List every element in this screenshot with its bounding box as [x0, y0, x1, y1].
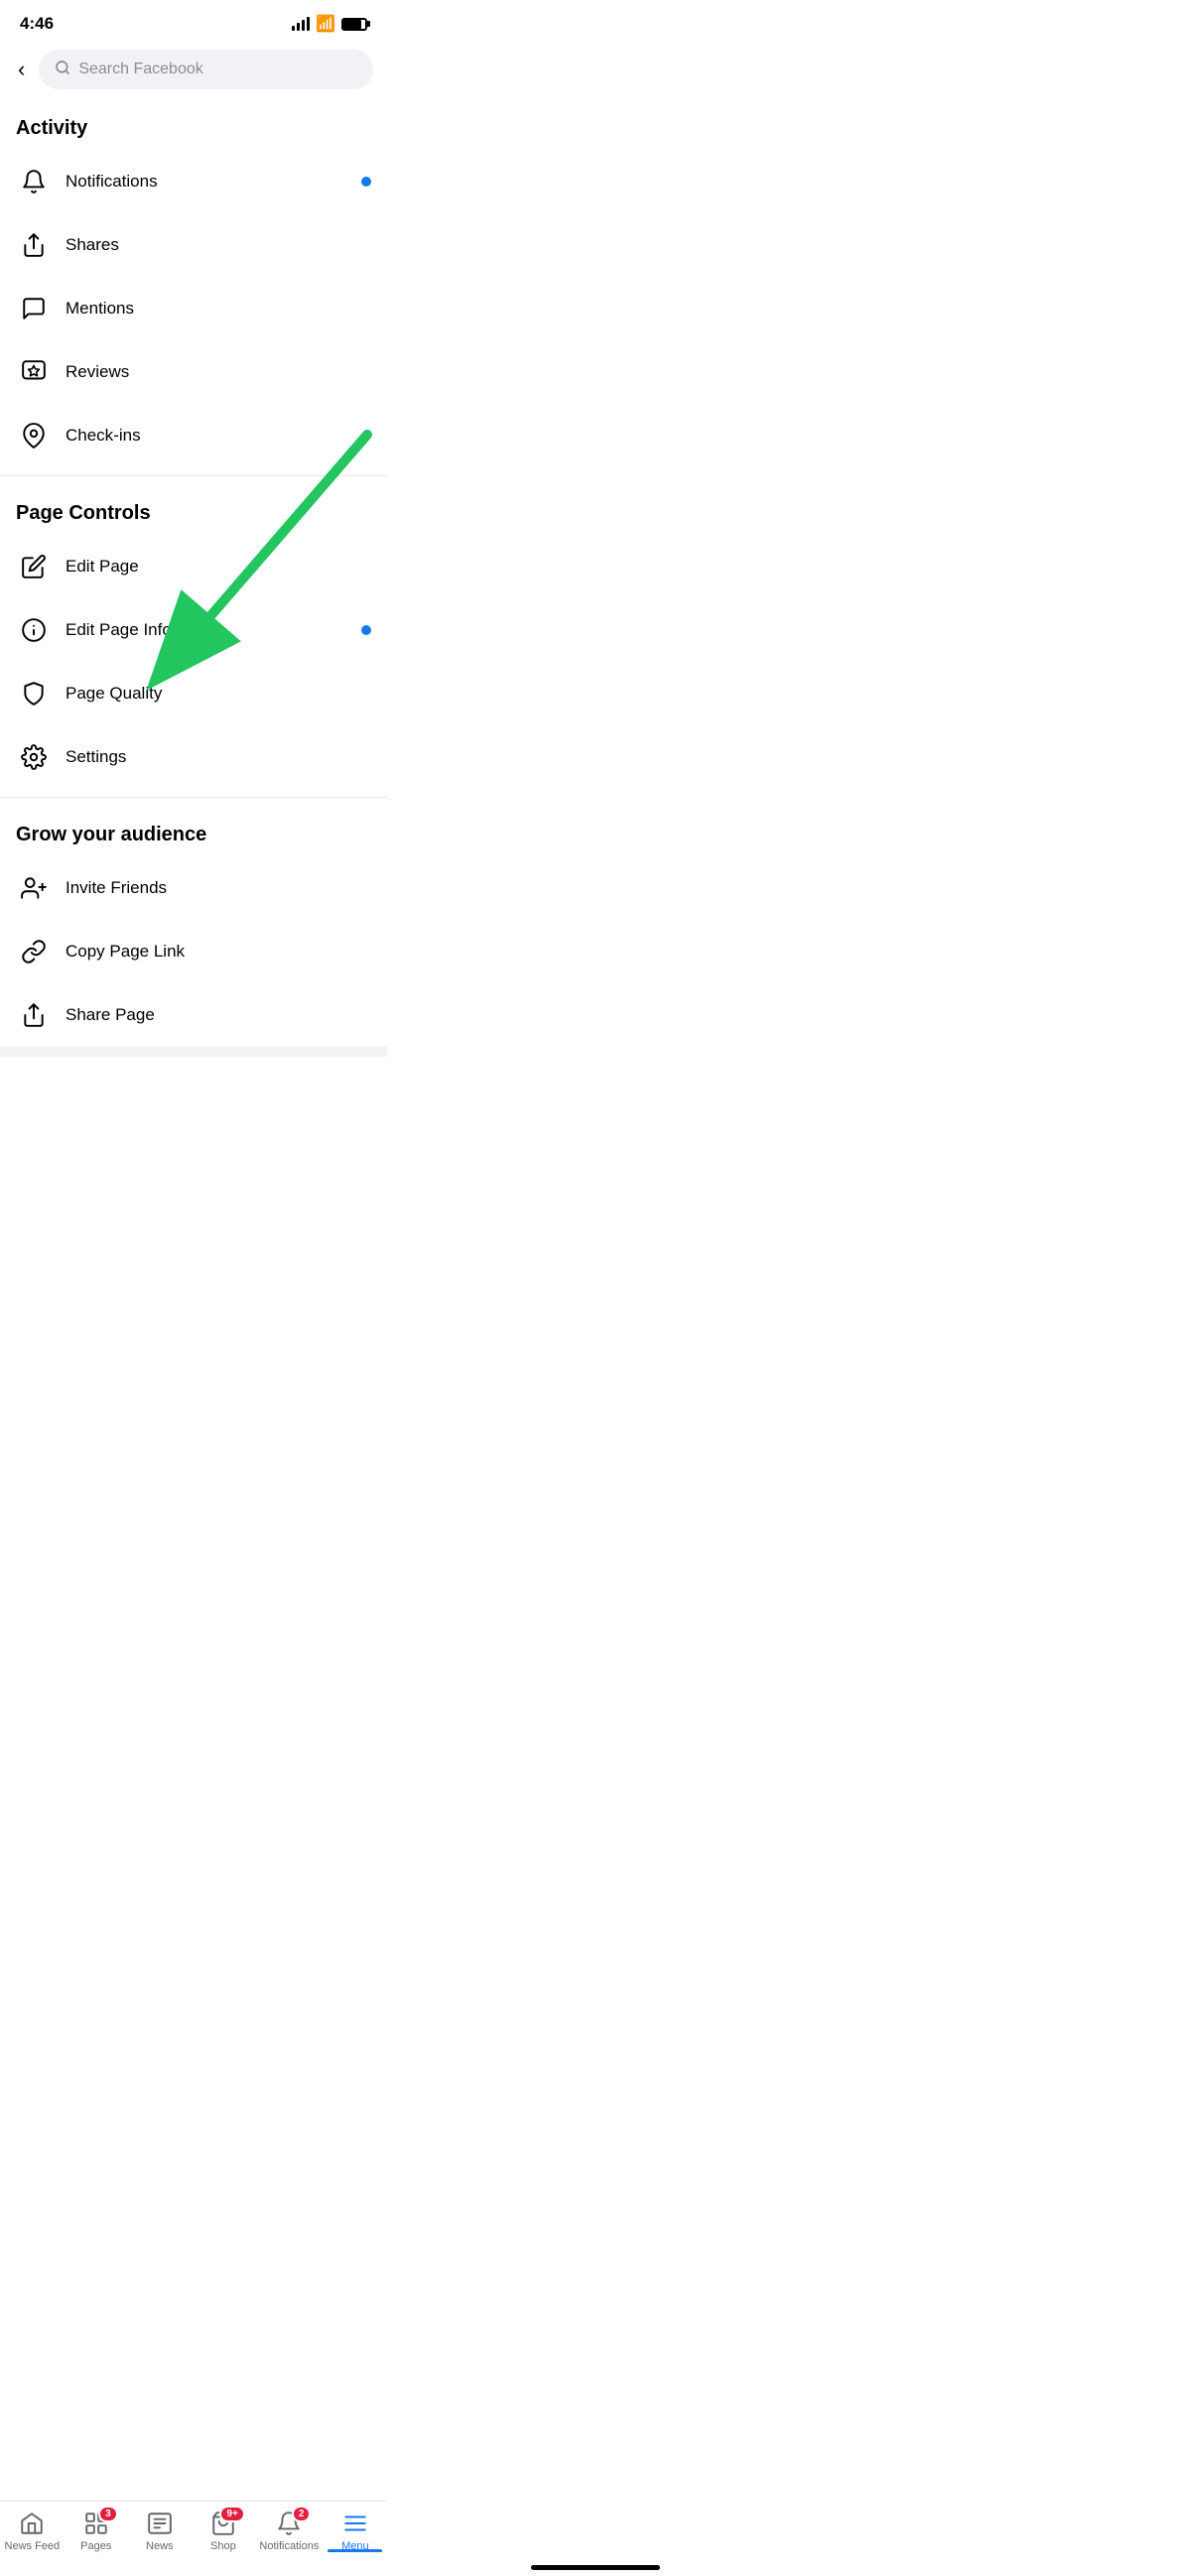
person-plus-icon [16, 870, 52, 906]
shop-badge: 9+ [219, 2506, 244, 2522]
share-page-label: Share Page [66, 1005, 371, 1025]
activity-header: Activity [0, 99, 387, 150]
menu-tab-icon [341, 2510, 369, 2537]
pages-tab-icon: 3 [82, 2510, 110, 2537]
edit-page-info-label: Edit Page Info [66, 620, 371, 640]
menu-item-notifications[interactable]: Notifications [0, 150, 387, 213]
notifications-dot [361, 177, 371, 187]
bell-tab-icon: 2 [275, 2510, 303, 2537]
page-controls-header: Page Controls [0, 484, 387, 535]
pencil-icon [16, 549, 52, 584]
divider-1 [0, 475, 387, 476]
tab-active-indicator [328, 2549, 382, 2552]
search-icon [55, 60, 70, 79]
shop-tab-icon: 9+ [209, 2510, 237, 2537]
mentions-label: Mentions [66, 299, 371, 319]
menu-item-edit-page[interactable]: Edit Page [0, 535, 387, 598]
edit-page-info-dot [361, 625, 371, 635]
page-controls-section: Page Controls Edit Page Edit Page Info P… [0, 484, 387, 789]
share-page-icon [16, 997, 52, 1033]
reviews-label: Reviews [66, 362, 371, 382]
notifications-tab-badge: 2 [292, 2506, 312, 2522]
menu-item-share-page[interactable]: Share Page [0, 983, 387, 1047]
notifications-tab-label: Notifications [259, 2540, 319, 2552]
star-bubble-icon [16, 354, 52, 390]
tab-notifications[interactable]: 2 Notifications [259, 2510, 319, 2552]
location-icon [16, 418, 52, 453]
pages-badge: 3 [98, 2506, 118, 2522]
menu-item-reviews[interactable]: Reviews [0, 340, 387, 404]
menu-item-invite-friends[interactable]: Invite Friends [0, 856, 387, 920]
shop-tab-label: Shop [210, 2540, 236, 2552]
menu-item-copy-page-link[interactable]: Copy Page Link [0, 920, 387, 983]
checkins-label: Check-ins [66, 426, 371, 446]
copy-page-link-label: Copy Page Link [66, 942, 371, 962]
menu-item-mentions[interactable]: Mentions [0, 277, 387, 340]
menu-item-page-quality[interactable]: Page Quality [0, 662, 387, 725]
status-bar: 4:46 📶 [0, 0, 387, 42]
news-tab-label: News [146, 2540, 174, 2552]
wifi-icon: 📶 [316, 14, 335, 34]
notifications-label: Notifications [66, 172, 371, 192]
share-icon [16, 227, 52, 263]
invite-friends-label: Invite Friends [66, 878, 371, 898]
search-bar-row: ‹ Search Facebook [0, 42, 387, 99]
activity-section: Activity Notifications Shares Mentions [0, 99, 387, 467]
shares-label: Shares [66, 235, 371, 255]
info-circle-icon [16, 612, 52, 648]
tab-news[interactable]: News [132, 2510, 187, 2552]
signal-icon [292, 17, 310, 31]
gear-icon [16, 739, 52, 775]
tab-shop[interactable]: 9+ Shop [196, 2510, 250, 2552]
news-tab-icon [146, 2510, 174, 2537]
status-time: 4:46 [20, 14, 54, 34]
home-indicator [531, 2565, 660, 2570]
menu-item-shares[interactable]: Shares [0, 213, 387, 277]
menu-item-settings[interactable]: Settings [0, 725, 387, 789]
tab-pages[interactable]: 3 Pages [68, 2510, 123, 2552]
pages-tab-label: Pages [80, 2540, 111, 2552]
gray-separator [0, 1047, 387, 1057]
status-icons: 📶 [292, 14, 367, 34]
link-icon [16, 934, 52, 969]
home-tab-icon [18, 2510, 46, 2537]
back-button[interactable]: ‹ [14, 53, 29, 86]
news-feed-tab-label: News Feed [5, 2540, 61, 2552]
tab-news-feed[interactable]: News Feed [5, 2510, 61, 2552]
divider-2 [0, 797, 387, 798]
battery-icon [341, 18, 367, 31]
grow-audience-section: Grow your audience Invite Friends Copy P… [0, 806, 387, 1047]
settings-label: Settings [66, 747, 371, 767]
page-quality-label: Page Quality [66, 684, 371, 704]
search-bar[interactable]: Search Facebook [39, 50, 373, 89]
tab-bar: News Feed 3 Pages News 9+ Shop 2 Notific… [0, 2501, 387, 2576]
menu-item-checkins[interactable]: Check-ins [0, 404, 387, 467]
search-placeholder: Search Facebook [78, 61, 202, 78]
grow-audience-header: Grow your audience [0, 806, 387, 856]
mention-icon [16, 291, 52, 326]
bell-icon [16, 164, 52, 199]
edit-page-label: Edit Page [66, 557, 371, 577]
shield-icon [16, 676, 52, 711]
menu-item-edit-page-info[interactable]: Edit Page Info [0, 598, 387, 662]
tab-menu[interactable]: Menu [328, 2510, 382, 2552]
